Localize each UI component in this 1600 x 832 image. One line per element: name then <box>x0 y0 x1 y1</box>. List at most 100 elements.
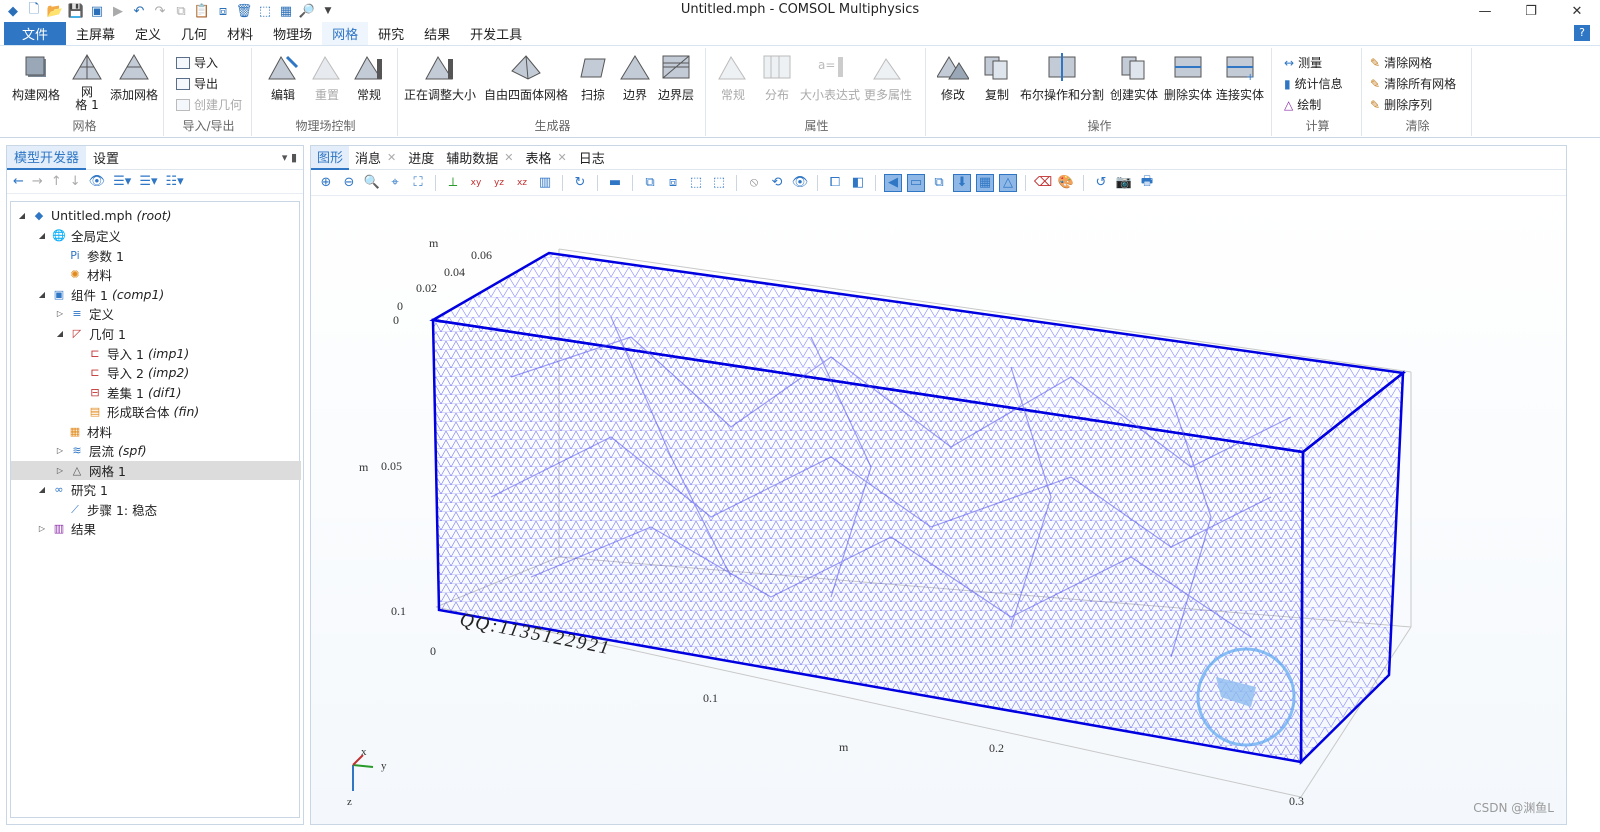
forward-icon[interactable]: → <box>32 174 43 189</box>
redo-icon[interactable]: ↷ <box>151 2 169 20</box>
normal-button[interactable]: 常规 <box>352 52 386 103</box>
tab-log[interactable]: 日志 <box>573 146 611 170</box>
camera-view-icon[interactable]: ▥ <box>536 174 554 192</box>
run-icon[interactable]: ▶ <box>109 2 127 20</box>
grid-icon[interactable]: ⬇ <box>953 173 971 192</box>
collapse-arrow-icon[interactable]: ◢ <box>17 211 27 220</box>
delete-icon[interactable]: 🗑 <box>235 2 253 20</box>
save-icon[interactable]: 💾 <box>67 2 85 20</box>
up-icon[interactable]: ↑ <box>51 174 62 189</box>
qa-dropdown-icon[interactable]: ▼ <box>319 2 337 20</box>
collapse-arrow-icon[interactable]: ◢ <box>55 329 65 338</box>
add-mesh-button[interactable]: 添加网格 <box>110 52 158 103</box>
save-as-icon[interactable]: ▣ <box>88 2 106 20</box>
print-icon[interactable]: 🖶 <box>1138 174 1156 192</box>
menu-home[interactable]: 主屏幕 <box>66 22 125 45</box>
collapse-icon[interactable]: ☰▾ <box>139 174 157 189</box>
tab-auxiliary-data[interactable]: 辅助数据 ✕ <box>440 146 519 170</box>
reset-button[interactable]: 重置 <box>310 52 344 103</box>
delete-sequence-button[interactable]: ✎ 删除序列 <box>1370 96 1432 113</box>
boolean-button[interactable]: 布尔操作和分割 <box>1020 52 1104 103</box>
prop-normal-button[interactable]: 常规 <box>716 52 750 103</box>
render-mode-icon[interactable]: ▭ <box>907 173 925 192</box>
tree-node-component[interactable]: ◢ ▣ 组件 1 (comp1) <box>37 285 164 304</box>
visibility-icon[interactable]: 👁 <box>791 174 809 192</box>
boundary-button[interactable]: 边界 <box>618 52 652 103</box>
tab-graphics[interactable]: 图形 <box>311 145 350 170</box>
tree-node-root[interactable]: ◢ ◆ Untitled.mph (root) <box>17 206 172 225</box>
expand-arrow-icon[interactable]: ▷ <box>55 309 65 318</box>
expand-arrow-icon[interactable]: ▷ <box>37 524 47 533</box>
deselect-box-icon[interactable]: ⬚ <box>710 174 728 192</box>
tree-node-import2[interactable]: ⊏ 导入 2 (imp2) <box>87 363 189 382</box>
color-icon[interactable]: 🎨 <box>1057 174 1075 192</box>
copy-icon[interactable]: ⧉ <box>172 2 190 20</box>
close-tab-icon[interactable]: ✕ <box>504 151 513 164</box>
paste-icon[interactable]: 📋 <box>193 2 211 20</box>
copy-button[interactable]: 复制 <box>980 52 1014 103</box>
tree-node-parameters[interactable]: Pi 参数 1 <box>67 246 124 265</box>
resizing-button[interactable]: 正在调整大小 <box>404 52 476 103</box>
tab-progress[interactable]: 进度 <box>402 146 440 170</box>
yz-view-icon[interactable]: yz <box>490 174 508 192</box>
tree-node-step[interactable]: ⟋ 步骤 1: 稳态 <box>67 500 157 519</box>
size-expression-button[interactable]: a= 大小表达式 <box>800 52 860 103</box>
tree-node-definitions[interactable]: ▷ ≡ 定义 <box>55 304 114 323</box>
close-button[interactable]: ✕ <box>1554 0 1600 22</box>
hide-icon[interactable]: ⦸ <box>745 174 763 192</box>
distribution-button[interactable]: 分布 <box>760 52 794 103</box>
minimize-button[interactable]: — <box>1462 0 1508 22</box>
maximize-button[interactable]: ❐ <box>1508 0 1554 22</box>
close-tab-icon[interactable]: ✕ <box>558 151 567 164</box>
tab-settings[interactable]: 设置 <box>86 146 126 170</box>
zoom-box-icon[interactable]: 🔍 <box>363 174 381 192</box>
pin-icon[interactable]: ▾ ▮ <box>282 151 297 164</box>
down-icon[interactable]: ↓ <box>70 174 81 189</box>
graphics-viewport[interactable]: m 0.06 0.04 0.02 0 0 m 0.05 0.1 0 0.1 m … <box>311 197 1566 824</box>
scene-light-icon[interactable]: ⧉ <box>930 174 948 192</box>
menu-results[interactable]: 结果 <box>414 22 460 45</box>
select-icon[interactable]: ⬚ <box>256 2 274 20</box>
boundary-layer-button[interactable]: 边界层 <box>658 52 694 103</box>
tree-node-global-materials[interactable]: ✺ 材料 <box>67 265 112 284</box>
zoom-selected-icon[interactable]: ⌖ <box>386 174 404 192</box>
show-hidden-icon[interactable]: ⟲ <box>768 174 786 192</box>
select-domain-icon[interactable]: ⧈ <box>664 174 682 192</box>
duplicate-icon[interactable]: ⧈ <box>214 2 232 20</box>
app-icon[interactable]: ◆ <box>4 2 22 20</box>
tab-model-builder[interactable]: 模型开发器 <box>7 145 87 170</box>
xz-view-icon[interactable]: xz <box>513 174 531 192</box>
undo-icon[interactable]: ↶ <box>130 2 148 20</box>
statistics-button[interactable]: ▮ 统计信息 <box>1284 75 1343 92</box>
create-entity-button[interactable]: 创建实体 <box>1110 52 1158 103</box>
clear-all-mesh-button[interactable]: ✎ 清除所有网格 <box>1370 75 1456 92</box>
menu-geometry[interactable]: 几何 <box>171 22 217 45</box>
select-box-icon[interactable]: ▦ <box>277 2 295 20</box>
light-icon[interactable]: ◀ <box>884 173 902 192</box>
modify-button[interactable]: 修改 <box>936 52 970 103</box>
build-mesh-button[interactable]: 构建网格 <box>12 52 60 103</box>
tree-node-materials[interactable]: ▦ 材料 <box>67 422 112 441</box>
sweep-button[interactable]: 扫掠 <box>576 52 610 103</box>
menu-study[interactable]: 研究 <box>368 22 414 45</box>
menu-file[interactable]: 文件 <box>4 22 67 45</box>
menu-materials[interactable]: 材料 <box>217 22 263 45</box>
collapse-arrow-icon[interactable]: ◢ <box>37 231 47 240</box>
mesh-plot[interactable]: m 0.06 0.04 0.02 0 0 m 0.05 0.1 0 0.1 m … <box>311 197 1566 824</box>
tree-node-laminar-flow[interactable]: ▷ ≋ 层流 (spf) <box>55 441 147 460</box>
expand-icon[interactable]: ☰▾ <box>113 174 131 189</box>
collapse-arrow-icon[interactable]: ◢ <box>37 485 47 494</box>
transparency-icon[interactable]: ◧ <box>849 174 867 192</box>
list-options-icon[interactable]: ☷▾ <box>166 174 184 189</box>
expand-arrow-icon[interactable]: ▷ <box>55 446 65 455</box>
mesh1-button[interactable]: 网 格 1 <box>70 52 104 112</box>
create-geometry-button[interactable]: 创建几何 <box>176 96 242 113</box>
wireframe-icon[interactable]: ⧠ <box>826 174 844 192</box>
tab-messages[interactable]: 消息 ✕ <box>349 146 402 170</box>
tree-node-difference[interactable]: ⊟ 差集 1 (dif1) <box>87 383 181 402</box>
zoom-extents-icon[interactable]: ⛶ <box>409 174 427 192</box>
open-file-icon[interactable]: 📂 <box>46 2 64 20</box>
xy-view-icon[interactable]: xy <box>467 174 485 192</box>
zoom-out-icon[interactable]: ⊖ <box>340 174 358 192</box>
menu-physics[interactable]: 物理场 <box>263 22 322 45</box>
